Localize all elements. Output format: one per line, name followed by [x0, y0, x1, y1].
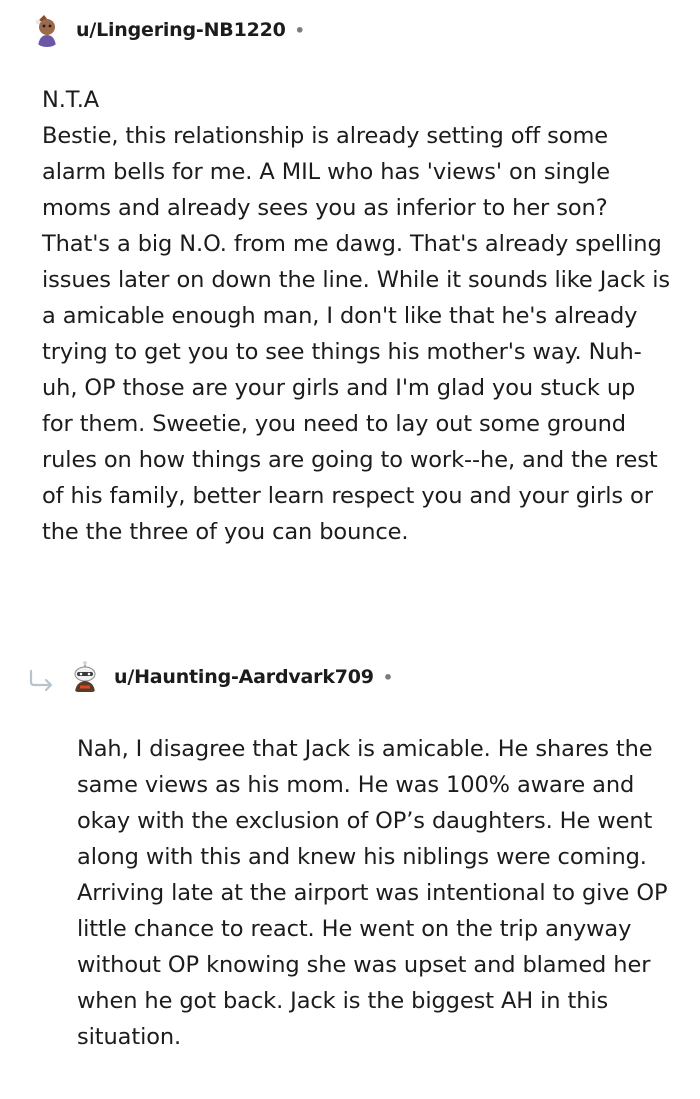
separator-dot: •	[382, 667, 394, 687]
comment-username[interactable]: u/Lingering-NB1220	[76, 19, 286, 41]
comment-1-header: u/Lingering-NB1220 •	[30, 13, 305, 47]
comment-verdict: N.T.A	[42, 87, 100, 113]
comment-username[interactable]: u/Haunting-Aardvark709	[114, 666, 374, 688]
comment-2-header: u/Haunting-Aardvark709 •	[68, 660, 393, 694]
comment-text: Nah, I disagree that Jack is amicable. H…	[77, 736, 668, 1050]
reply-arrow-icon	[28, 668, 58, 692]
separator-dot: •	[294, 20, 305, 40]
comment-2-body: Nah, I disagree that Jack is amicable. H…	[77, 731, 677, 1055]
user-avatar-icon[interactable]	[30, 13, 64, 47]
user-avatar-icon[interactable]	[68, 660, 102, 694]
comment-text: Bestie, this relationship is already set…	[42, 123, 670, 545]
comment-1-body: N.T.A Bestie, this relationship is alrea…	[42, 82, 672, 550]
